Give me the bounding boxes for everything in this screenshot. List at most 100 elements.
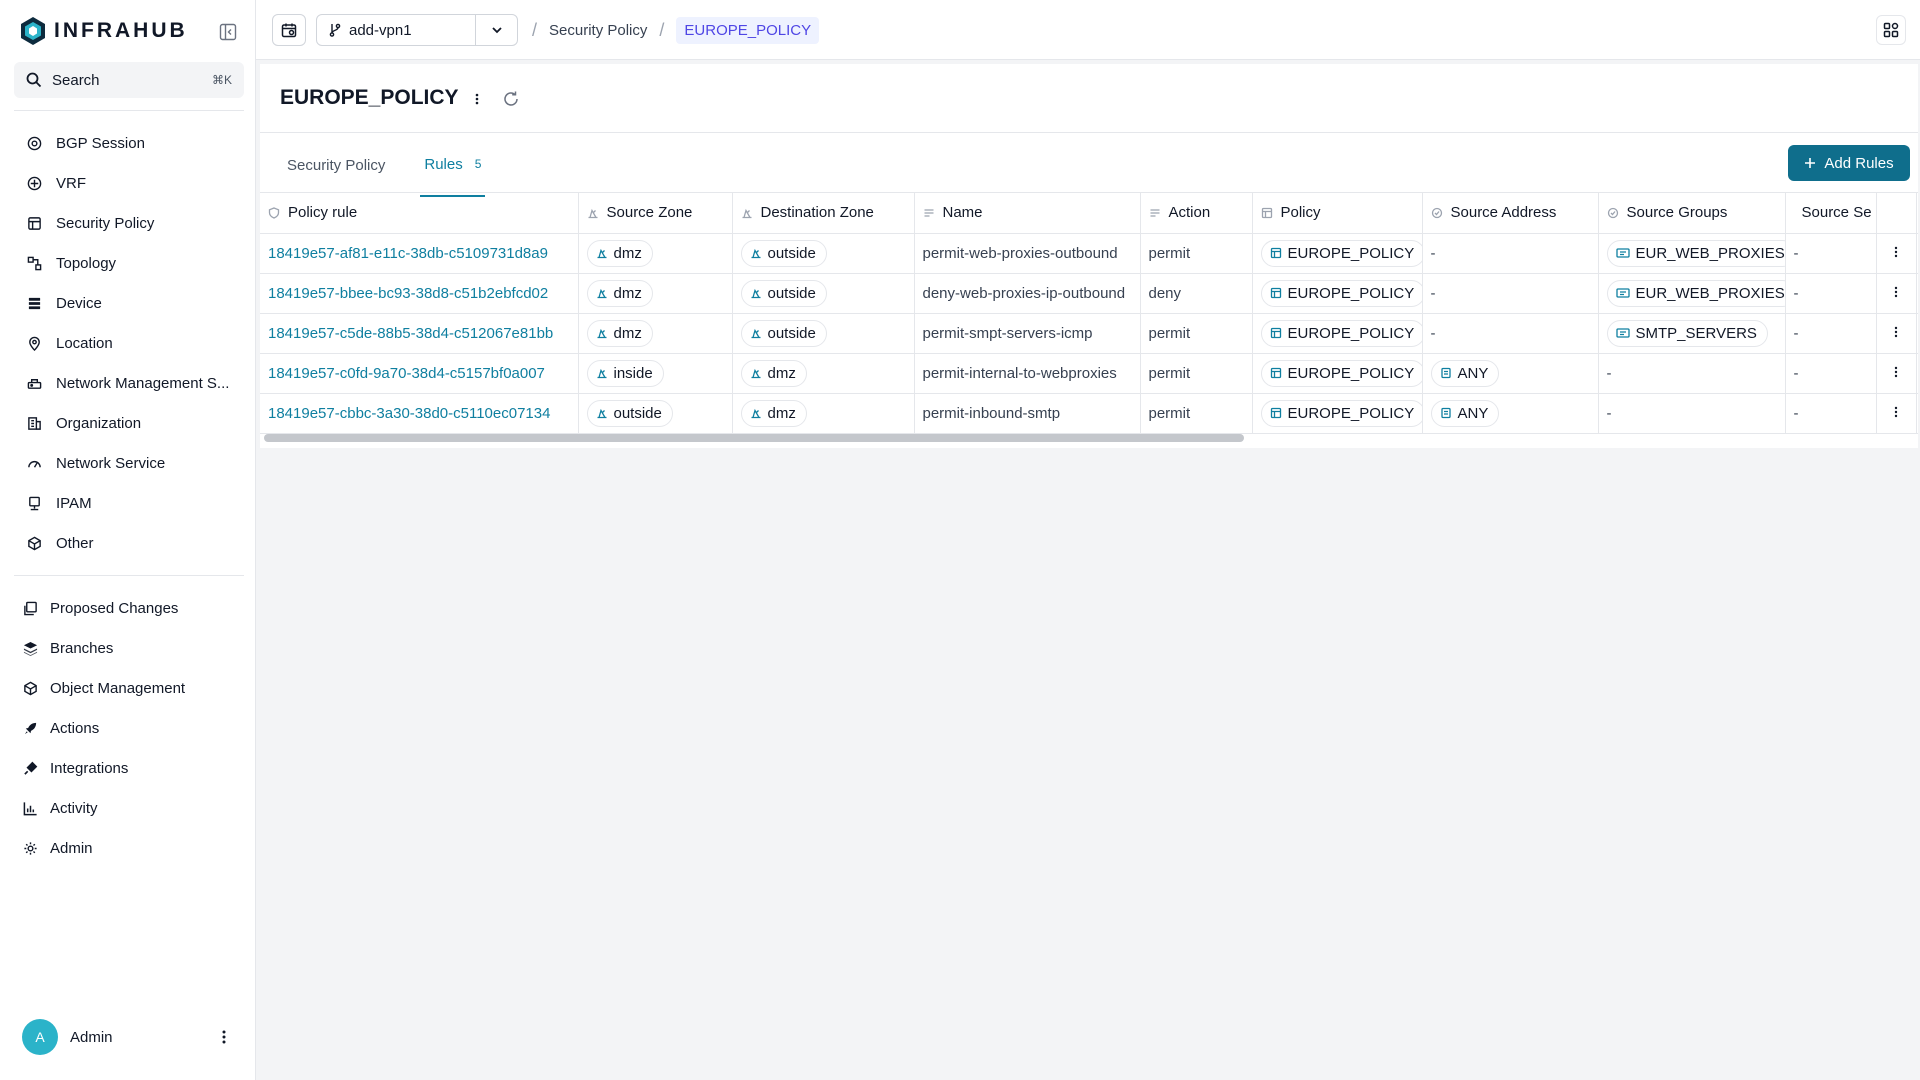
sidebar-item-vrf[interactable]: VRF <box>14 163 244 203</box>
object-actions-kebab-icon[interactable] <box>469 89 485 109</box>
branch-dropdown-toggle[interactable] <box>475 15 517 45</box>
policy-chip[interactable]: EUROPE_POLICY <box>1260 399 1421 427</box>
policy-chip[interactable]: EUROPE_POLICY <box>1260 359 1421 387</box>
column-header-action[interactable]: Action <box>1140 193 1253 234</box>
actions-icon <box>22 720 38 736</box>
destination-zone-chip[interactable]: dmz <box>740 399 807 427</box>
horizontal-scrollbar-thumb[interactable] <box>264 434 1244 442</box>
source-zone-chip[interactable]: dmz <box>586 319 653 347</box>
tab-rules[interactable]: Rules 5 <box>420 133 486 197</box>
branch-selector[interactable]: add-vpn1 <box>316 14 518 46</box>
source-zone-chip[interactable]: outside <box>586 399 673 427</box>
branch-date-button[interactable] <box>272 14 306 46</box>
sidebar-item-actions[interactable]: Actions <box>14 708 244 748</box>
sidebar-item-other[interactable]: Other <box>14 523 244 563</box>
sidebar-item-activity[interactable]: Activity <box>14 788 244 828</box>
column-header-source-address[interactable]: Source Address <box>1422 193 1599 234</box>
sidebar-item-bgp-session[interactable]: BGP Session <box>14 123 244 163</box>
column-header-destination-zone[interactable]: Destination Zone <box>732 193 915 234</box>
sidebar-item-network-service[interactable]: Network Service <box>14 443 244 483</box>
action-cell: permit <box>1140 233 1253 274</box>
source-groups-chip[interactable]: SMTP_SERVERS <box>1606 319 1768 347</box>
page-title: EUROPE_POLICY <box>280 86 459 109</box>
sidebar-item-branches[interactable]: Branches <box>14 628 244 668</box>
apps-grid-icon <box>1883 22 1899 38</box>
search-button[interactable]: Search ⌘K <box>14 62 244 98</box>
sidebar-item-admin[interactable]: Admin <box>14 828 244 868</box>
sidebar-item-object-management[interactable]: Object Management <box>14 668 244 708</box>
object-management-icon <box>22 680 38 696</box>
row-actions-button[interactable] <box>1876 353 1917 394</box>
zone-icon <box>597 248 606 259</box>
policy-rule-link[interactable]: 18419e57-af81-e11c-38db-c5109731d8a9 <box>260 233 579 274</box>
table-row[interactable]: 18419e57-bbee-bc93-38d8-c51b2ebfcd02 dmz o… <box>260 273 1918 314</box>
column-header-source-groups[interactable]: Source Groups <box>1598 193 1786 234</box>
source-address-chip[interactable]: ANY <box>1430 359 1500 387</box>
column-header-name[interactable]: Name <box>914 193 1141 234</box>
row-actions-button[interactable] <box>1876 233 1917 274</box>
tab-security-policy[interactable]: Security Policy <box>260 133 412 197</box>
add-rules-button[interactable]: Add Rules <box>1788 145 1910 181</box>
column-header-source-services[interactable]: Source Se <box>1785 193 1877 234</box>
policy-chip[interactable]: EUROPE_POLICY <box>1260 319 1421 347</box>
source-zone-cell: outside <box>578 393 733 434</box>
topology-icon <box>26 255 42 271</box>
policy-rule-link[interactable]: 18419e57-bbee-bc93-38d8-c51b2ebfcd02 <box>260 273 579 314</box>
nav-divider <box>14 110 244 111</box>
source-groups-chip[interactable]: EUR_WEB_PROXIES <box>1606 239 1784 267</box>
apps-menu-button[interactable] <box>1876 15 1906 45</box>
rule-name-cell: deny-web-proxies-ip-outbound <box>914 273 1141 314</box>
source-zone-chip[interactable]: dmz <box>586 279 653 307</box>
column-header-policy[interactable]: Policy <box>1252 193 1423 234</box>
sidebar-item-topology[interactable]: Topology <box>14 243 244 283</box>
tab-label: Rules <box>424 155 463 173</box>
table-row[interactable]: 18419e57-cbbc-3a30-38d0-c5110ec07134 outs… <box>260 393 1918 434</box>
sidebar-item-device[interactable]: Device <box>14 283 244 323</box>
sidebar-item-label: Device <box>56 294 102 312</box>
source-address-chip[interactable]: ANY <box>1430 399 1500 427</box>
filler-cell <box>1916 273 1918 314</box>
refresh-icon[interactable] <box>500 88 522 110</box>
policy-chip[interactable]: EUROPE_POLICY <box>1260 279 1421 307</box>
policy-rule-link[interactable]: 18419e57-c0fd-9a70-38d4-c5157bf0a007 <box>260 353 579 394</box>
ipam-icon <box>26 495 42 511</box>
destination-zone-chip[interactable]: dmz <box>740 359 807 387</box>
source-address-cell: - <box>1422 313 1599 354</box>
policy-rule-link[interactable]: 18419e57-cbbc-3a30-38d0-c5110ec07134 <box>260 393 579 434</box>
source-groups-chip[interactable]: EUR_WEB_PROXIES <box>1606 279 1784 307</box>
sidebar-item-integrations[interactable]: Integrations <box>14 748 244 788</box>
source-zone-chip[interactable]: dmz <box>586 239 653 267</box>
row-actions-button[interactable] <box>1876 313 1917 354</box>
sidebar-item-organization[interactable]: Organization <box>14 403 244 443</box>
destination-zone-chip[interactable]: outside <box>740 319 827 347</box>
policy-cell: EUROPE_POLICY <box>1252 273 1423 314</box>
policy-chip[interactable]: EUROPE_POLICY <box>1260 239 1421 267</box>
collapse-sidebar-button[interactable] <box>218 22 238 42</box>
table-row[interactable]: 18419e57-af81-e11c-38db-c5109731d8a9 dmz o… <box>260 233 1918 274</box>
source-zone-chip[interactable]: inside <box>586 359 664 387</box>
sidebar-item-proposed-changes[interactable]: Proposed Changes <box>14 588 244 628</box>
sidebar-item-network-management[interactable]: Network Management S... <box>14 363 244 403</box>
infrahub-logo-icon <box>21 17 45 45</box>
column-header-policy-rule[interactable]: Policy rule <box>260 193 579 234</box>
destination-zone-chip[interactable]: outside <box>740 239 827 267</box>
row-actions-button[interactable] <box>1876 273 1917 314</box>
user-menu-kebab-icon[interactable] <box>216 1030 232 1044</box>
policy-rule-link[interactable]: 18419e57-c5de-88b5-38d4-c512067e81bb <box>260 313 579 354</box>
user-menu[interactable]: A Admin <box>22 1018 232 1056</box>
table-row[interactable]: 18419e57-c0fd-9a70-38d4-c5157bf0a007 insi… <box>260 353 1918 394</box>
table-row[interactable]: 18419e57-c5de-88b5-38d4-c512067e81bb dmz o… <box>260 313 1918 354</box>
row-actions-button[interactable] <box>1876 393 1917 434</box>
breadcrumb-security-policy[interactable]: Security Policy <box>549 22 647 39</box>
sidebar-item-ipam[interactable]: IPAM <box>14 483 244 523</box>
search-icon <box>26 72 42 88</box>
network-management-icon <box>26 375 42 391</box>
logo[interactable]: INFRAHUB <box>20 14 188 48</box>
column-header-source-zone[interactable]: Source Zone <box>578 193 733 234</box>
destination-zone-chip[interactable]: outside <box>740 279 827 307</box>
sidebar-item-security-policy[interactable]: Security Policy <box>14 203 244 243</box>
breadcrumb-current[interactable]: EUROPE_POLICY <box>676 16 820 44</box>
sidebar-item-location[interactable]: Location <box>14 323 244 363</box>
zone-icon <box>751 288 760 299</box>
zone-icon <box>751 328 760 339</box>
